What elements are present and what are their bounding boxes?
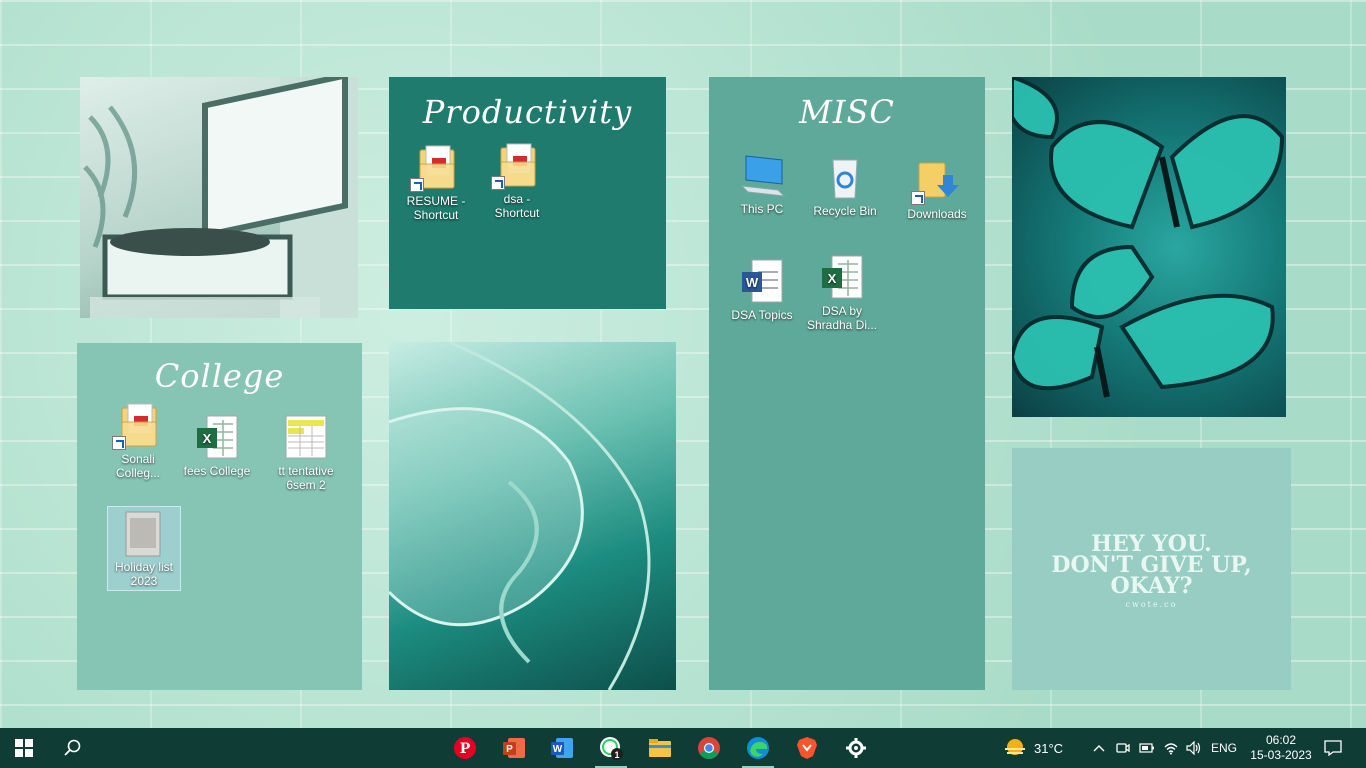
meet-now-button[interactable] — [1112, 728, 1134, 768]
teal-fabric-photo — [389, 342, 676, 690]
taskbar-brave[interactable] — [783, 728, 831, 768]
quote-text: HEY YOU. DON'T GIVE UP, OKAY? cwote.co — [1012, 533, 1291, 611]
dsa-shortcut-icon[interactable]: dsa - Shortcut — [481, 142, 553, 220]
battery-icon — [1139, 743, 1154, 753]
record-player-photo — [80, 77, 358, 318]
taskbar-chrome[interactable] — [685, 728, 733, 768]
volume-button[interactable] — [1183, 728, 1205, 768]
quote-line: OKAY? — [1110, 573, 1193, 599]
whatsapp-badge: 1 — [614, 750, 619, 760]
word-document-icon: W — [738, 258, 786, 306]
battery-button[interactable] — [1136, 728, 1158, 768]
butterflies-photo — [1012, 77, 1286, 417]
pdf-folder-shortcut-icon — [410, 144, 460, 192]
icon-label: tt tentative 6sem 2 — [278, 464, 334, 492]
shortcut-arrow-icon — [491, 176, 505, 190]
image-thumbnail-icon — [120, 510, 168, 558]
taskbar-settings[interactable] — [832, 728, 880, 768]
edge-icon — [747, 737, 769, 759]
panel-title: MISC — [799, 93, 895, 131]
icon-label: Holiday list 2023 — [114, 560, 174, 588]
chrome-icon — [698, 737, 720, 759]
downloads-icon[interactable]: Downloads — [901, 157, 973, 221]
brave-icon — [797, 737, 817, 759]
whatsapp-icon: 1 — [600, 737, 623, 760]
taskbar-file-explorer[interactable] — [636, 728, 684, 768]
dsa-topics-icon[interactable]: W DSA Topics — [726, 258, 798, 322]
this-pc-icon[interactable]: This PC — [726, 152, 798, 216]
shortcut-arrow-icon — [410, 178, 424, 192]
search-icon — [64, 739, 81, 756]
folder-icon — [649, 739, 671, 757]
clock-date: 15-03-2023 — [1250, 748, 1312, 762]
camera-icon — [1116, 743, 1130, 753]
windows-logo-icon — [15, 739, 33, 757]
svg-text:X: X — [828, 271, 837, 286]
fees-college-icon[interactable]: X fees College — [181, 414, 253, 478]
powerpoint-icon: P — [503, 738, 525, 758]
recycle-bin-icon — [821, 154, 869, 202]
chevron-up-icon — [1093, 745, 1105, 752]
panel-title: College — [154, 357, 285, 395]
taskbar-word[interactable]: W — [538, 728, 586, 768]
show-hidden-icons-button[interactable] — [1088, 728, 1110, 768]
pdf-folder-shortcut-icon — [112, 402, 162, 450]
language-label: ENG — [1210, 741, 1237, 755]
icon-label: Sonali Colleg... — [115, 452, 161, 480]
icon-label: Recycle Bin — [813, 204, 877, 218]
svg-text:X: X — [203, 431, 212, 446]
excel-document-icon: X — [193, 414, 241, 462]
pinterest-icon: P — [454, 737, 476, 759]
svg-text:P: P — [460, 741, 471, 757]
taskbar-edge[interactable] — [734, 728, 782, 768]
notification-icon — [1324, 740, 1342, 756]
quote-credit: cwote.co — [1125, 600, 1178, 609]
spreadsheet-thumbnail-icon — [282, 414, 330, 462]
network-button[interactable] — [1160, 728, 1182, 768]
svg-text:W: W — [746, 275, 759, 290]
icon-label: Downloads — [907, 207, 967, 221]
downloads-folder-icon — [911, 157, 961, 205]
wifi-icon — [1164, 743, 1178, 755]
gear-icon — [846, 738, 866, 758]
weather-temperature: 31°C — [1034, 740, 1064, 756]
dsa-by-shradha-icon[interactable]: X DSA by Shradha Di... — [806, 254, 878, 332]
icon-label: fees College — [183, 464, 251, 478]
taskbar: P P W 1 31°C ENG 06:02 15-03-2023 — [0, 728, 1366, 768]
excel-document-icon: X — [818, 254, 866, 302]
start-button[interactable] — [0, 728, 48, 768]
notifications-button[interactable] — [1318, 728, 1348, 768]
computer-icon — [738, 152, 786, 200]
resume-shortcut-icon[interactable]: RESUME - Shortcut — [400, 144, 472, 222]
tt-tentative-icon[interactable]: tt tentative 6sem 2 — [270, 414, 342, 492]
recycle-bin-icon[interactable]: Recycle Bin — [809, 154, 881, 218]
taskbar-powerpoint[interactable]: P — [490, 728, 538, 768]
svg-text:W: W — [553, 744, 563, 755]
clock[interactable]: 06:02 15-03-2023 — [1248, 728, 1314, 768]
taskbar-pinterest[interactable]: P — [441, 728, 489, 768]
quote-card: HEY YOU. DON'T GIVE UP, OKAY? cwote.co — [1012, 448, 1291, 690]
sonali-college-icon[interactable]: Sonali Colleg... — [102, 402, 174, 480]
sun-haze-icon — [1005, 739, 1025, 755]
icon-label: This PC — [740, 202, 784, 216]
language-indicator[interactable]: ENG — [1208, 728, 1240, 768]
panel-title: Productivity — [422, 93, 633, 131]
desktop: Productivity MISC College HEY YOU. DON'T… — [0, 0, 1366, 728]
shortcut-arrow-icon — [911, 191, 925, 205]
shortcut-arrow-icon — [112, 436, 126, 450]
icon-label: RESUME - Shortcut — [406, 194, 466, 222]
icon-label: dsa - Shortcut — [494, 192, 540, 220]
clock-time: 06:02 — [1265, 733, 1297, 747]
weather-widget[interactable]: 31°C — [1002, 728, 1074, 768]
search-button[interactable] — [48, 728, 96, 768]
speaker-icon — [1186, 741, 1201, 755]
icon-label: DSA Topics — [731, 308, 793, 322]
svg-text:P: P — [506, 744, 513, 755]
pdf-folder-shortcut-icon — [491, 142, 541, 190]
holiday-list-icon[interactable]: Holiday list 2023 — [107, 506, 181, 591]
icon-label: DSA by Shradha Di... — [806, 304, 878, 332]
taskbar-whatsapp[interactable]: 1 — [587, 728, 635, 768]
word-icon: W — [551, 738, 573, 758]
